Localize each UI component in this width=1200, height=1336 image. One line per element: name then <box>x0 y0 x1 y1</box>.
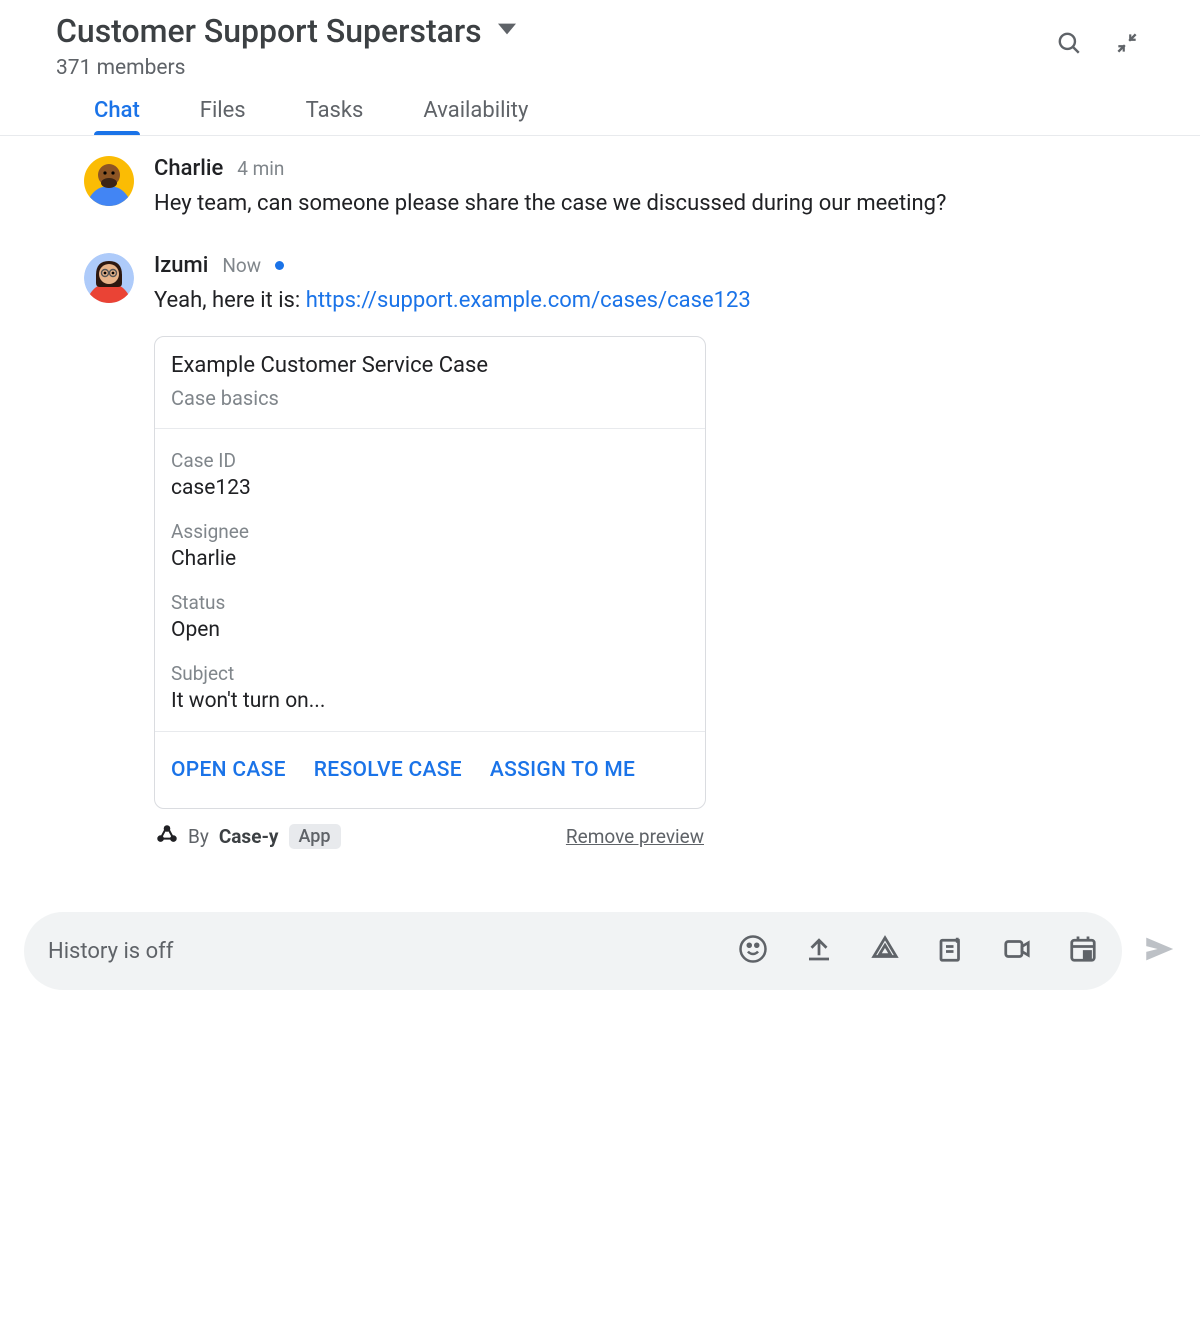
app-name: Case-y <box>219 825 279 848</box>
card-footer-left: By Case-y App <box>156 823 341 850</box>
header-actions <box>1056 12 1140 60</box>
message-body: Charlie 4 min Hey team, can someone plea… <box>154 156 1140 221</box>
message-time: Now <box>222 254 261 277</box>
emoji-icon[interactable] <box>738 934 768 968</box>
composer-icons <box>738 934 1098 968</box>
remove-preview-link[interactable]: Remove preview <box>566 825 704 848</box>
card-field: Status Open <box>171 591 689 642</box>
card-footer: By Case-y App Remove preview <box>154 823 706 850</box>
webhook-icon <box>156 823 178 850</box>
create-doc-icon[interactable] <box>936 934 966 968</box>
tab-label: Tasks <box>306 98 364 123</box>
composer-placeholder: History is off <box>48 939 738 964</box>
message-text: Hey team, can someone please share the c… <box>154 187 1140 221</box>
field-label: Subject <box>171 662 689 685</box>
message-header: Izumi Now <box>154 253 1140 278</box>
message-body: Izumi Now Yeah, here it is: https://supp… <box>154 253 1140 850</box>
room-header: Customer Support Superstars 371 members <box>0 0 1200 80</box>
message-header: Charlie 4 min <box>154 156 1140 181</box>
card-title: Example Customer Service Case <box>171 353 689 378</box>
field-value: It won't turn on... <box>171 689 689 713</box>
chevron-down-icon[interactable] <box>498 23 516 39</box>
message-author: Charlie <box>154 156 223 181</box>
card-subtitle: Case basics <box>171 386 689 410</box>
room-title-row[interactable]: Customer Support Superstars <box>56 12 1056 50</box>
field-value: Open <box>171 618 689 642</box>
field-label: Status <box>171 591 689 614</box>
members-count: 371 members <box>56 56 1056 80</box>
message-link[interactable]: https://support.example.com/cases/case12… <box>306 288 751 313</box>
calendar-icon[interactable] <box>1068 934 1098 968</box>
message-text: Yeah, here it is: https://support.exampl… <box>154 284 1140 318</box>
card-actions: OPEN CASE RESOLVE CASE ASSIGN TO ME <box>155 731 705 808</box>
tabs: Chat Files Tasks Availability <box>0 80 1200 136</box>
assign-to-me-button[interactable]: ASSIGN TO ME <box>490 758 635 782</box>
open-case-button[interactable]: OPEN CASE <box>171 758 286 782</box>
upload-icon[interactable] <box>804 934 834 968</box>
message-composer[interactable]: History is off <box>24 912 1122 990</box>
by-prefix: By <box>188 825 209 848</box>
field-value: Charlie <box>171 547 689 571</box>
card-field: Subject It won't turn on... <box>171 662 689 713</box>
field-label: Case ID <box>171 449 689 472</box>
tab-files[interactable]: Files <box>200 98 246 135</box>
tab-label: Chat <box>94 98 140 123</box>
avatar[interactable] <box>84 156 134 206</box>
send-icon[interactable] <box>1142 932 1176 970</box>
message-time: 4 min <box>237 157 284 180</box>
message-author: Izumi <box>154 253 208 278</box>
message-text-prefix: Yeah, here it is: <box>154 288 306 313</box>
card-header: Example Customer Service Case Case basic… <box>155 337 705 429</box>
field-value: case123 <box>171 476 689 500</box>
unread-dot-icon <box>275 261 284 270</box>
card-field: Assignee Charlie <box>171 520 689 571</box>
tab-tasks[interactable]: Tasks <box>306 98 364 135</box>
search-icon[interactable] <box>1056 30 1082 60</box>
composer-wrap: History is off <box>0 902 1200 1014</box>
collapse-icon[interactable] <box>1114 30 1140 60</box>
message: Charlie 4 min Hey team, can someone plea… <box>84 156 1140 221</box>
field-label: Assignee <box>171 520 689 543</box>
link-preview-card: Example Customer Service Case Case basic… <box>154 336 706 809</box>
tab-label: Availability <box>423 98 528 123</box>
message: Izumi Now Yeah, here it is: https://supp… <box>84 253 1140 850</box>
resolve-case-button[interactable]: RESOLVE CASE <box>314 758 462 782</box>
video-icon[interactable] <box>1002 934 1032 968</box>
header-left: Customer Support Superstars 371 members <box>56 12 1056 80</box>
tab-chat[interactable]: Chat <box>94 98 140 135</box>
app-badge: App <box>289 824 341 849</box>
tab-label: Files <box>200 98 246 123</box>
card-field: Case ID case123 <box>171 449 689 500</box>
room-title: Customer Support Superstars <box>56 12 482 50</box>
tab-availability[interactable]: Availability <box>423 98 528 135</box>
card-body: Case ID case123 Assignee Charlie Status … <box>155 429 705 731</box>
message-list: Charlie 4 min Hey team, can someone plea… <box>0 136 1200 902</box>
drive-icon[interactable] <box>870 934 900 968</box>
avatar[interactable] <box>84 253 134 303</box>
